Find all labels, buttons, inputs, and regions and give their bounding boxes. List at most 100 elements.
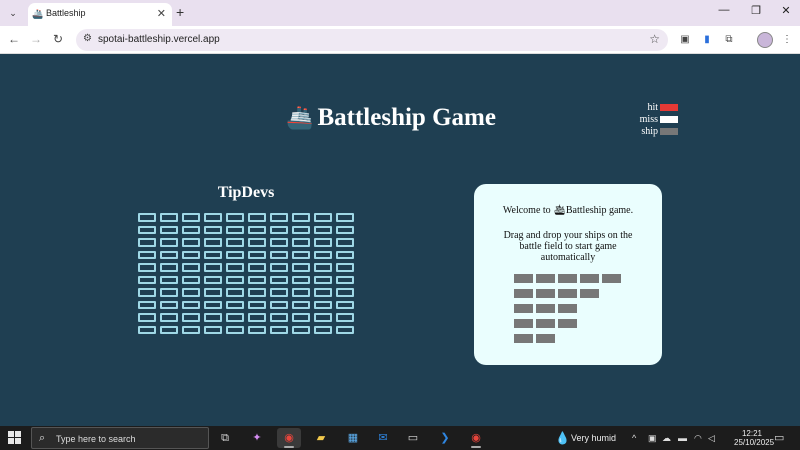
forward-button[interactable]: → — [28, 32, 44, 46]
grid-cell[interactable] — [248, 325, 266, 334]
grid-cell[interactable] — [138, 213, 156, 222]
grid-cell[interactable] — [138, 263, 156, 272]
grid-cell[interactable] — [336, 263, 354, 272]
grid-cell[interactable] — [138, 325, 156, 334]
reload-button[interactable]: ↻ — [50, 32, 66, 46]
profile-avatar[interactable] — [757, 32, 773, 48]
wifi-icon[interactable]: ◠ — [694, 433, 702, 444]
grid-cell[interactable] — [336, 250, 354, 259]
clock[interactable]: 12:21 25/10/2025 — [734, 429, 774, 447]
grid-cell[interactable] — [226, 225, 244, 234]
grid-cell[interactable] — [204, 238, 222, 247]
grid-cell[interactable] — [138, 275, 156, 284]
grid-cell[interactable] — [160, 263, 178, 272]
grid-cell[interactable] — [336, 275, 354, 284]
grid-cell[interactable] — [314, 238, 332, 247]
bookmark-star-icon[interactable]: ☆ — [649, 32, 660, 46]
tray-chevron-icon[interactable]: ^ — [632, 433, 636, 443]
volume-icon[interactable]: ◁ — [708, 433, 715, 444]
grid-cell[interactable] — [292, 313, 310, 322]
grid-cell[interactable] — [226, 288, 244, 297]
grid-cell[interactable] — [226, 213, 244, 222]
grid-cell[interactable] — [138, 238, 156, 247]
grid-cell[interactable] — [182, 263, 200, 272]
draggable-ship[interactable] — [514, 334, 621, 343]
grid-cell[interactable] — [160, 275, 178, 284]
chrome-icon[interactable]: ◉ — [277, 428, 301, 448]
more-menu-icon[interactable]: ⋮ — [780, 33, 794, 47]
grid-cell[interactable] — [182, 250, 200, 259]
grid-cell[interactable] — [226, 313, 244, 322]
new-tab-button[interactable]: + — [176, 4, 184, 20]
grid-cell[interactable] — [138, 225, 156, 234]
restore-button[interactable]: ❐ — [746, 4, 766, 17]
grid-cell[interactable] — [292, 275, 310, 284]
tray-app-icon[interactable]: ▣ — [648, 433, 657, 444]
battery-icon[interactable]: ▬ — [678, 433, 687, 443]
grid-cell[interactable] — [204, 263, 222, 272]
grid-cell[interactable] — [292, 238, 310, 247]
task-view-icon[interactable]: ⧉ — [213, 428, 237, 448]
grid-cell[interactable] — [292, 263, 310, 272]
grid-cell[interactable] — [248, 313, 266, 322]
grid-cell[interactable] — [248, 288, 266, 297]
grid-cell[interactable] — [182, 275, 200, 284]
grid-cell[interactable] — [204, 225, 222, 234]
chrome-alt-icon[interactable]: ◉ — [464, 428, 488, 448]
copilot-icon[interactable]: ✦ — [245, 428, 269, 448]
battle-grid[interactable] — [138, 213, 356, 334]
grid-cell[interactable] — [138, 250, 156, 259]
grid-cell[interactable] — [314, 288, 332, 297]
grid-cell[interactable] — [270, 288, 288, 297]
grid-cell[interactable] — [226, 238, 244, 247]
grid-cell[interactable] — [182, 238, 200, 247]
grid-cell[interactable] — [248, 238, 266, 247]
grid-cell[interactable] — [314, 263, 332, 272]
grid-cell[interactable] — [292, 288, 310, 297]
grid-cell[interactable] — [248, 300, 266, 309]
grid-cell[interactable] — [270, 300, 288, 309]
grid-cell[interactable] — [248, 275, 266, 284]
grid-cell[interactable] — [336, 313, 354, 322]
grid-cell[interactable] — [182, 225, 200, 234]
url-text[interactable]: spotai-battleship.vercel.app — [98, 34, 220, 45]
grid-cell[interactable] — [204, 275, 222, 284]
grid-cell[interactable] — [270, 263, 288, 272]
notifications-icon[interactable]: ▭ — [774, 431, 784, 444]
grid-cell[interactable] — [314, 250, 332, 259]
grid-cell[interactable] — [160, 238, 178, 247]
grid-cell[interactable] — [160, 213, 178, 222]
minimize-button[interactable]: — — [714, 4, 734, 16]
grid-cell[interactable] — [138, 313, 156, 322]
grid-cell[interactable] — [292, 300, 310, 309]
grid-cell[interactable] — [336, 225, 354, 234]
grid-cell[interactable] — [160, 288, 178, 297]
grid-cell[interactable] — [182, 288, 200, 297]
grid-cell[interactable] — [160, 313, 178, 322]
grid-cell[interactable] — [160, 250, 178, 259]
grid-cell[interactable] — [248, 250, 266, 259]
grid-cell[interactable] — [248, 225, 266, 234]
outlook-icon[interactable]: ✉ — [371, 428, 395, 448]
grid-cell[interactable] — [138, 300, 156, 309]
draggable-ship[interactable] — [514, 319, 621, 328]
grid-cell[interactable] — [204, 300, 222, 309]
grid-cell[interactable] — [204, 288, 222, 297]
grid-cell[interactable] — [204, 325, 222, 334]
grid-cell[interactable] — [270, 313, 288, 322]
draggable-ship[interactable] — [514, 289, 621, 298]
grid-cell[interactable] — [336, 300, 354, 309]
grid-cell[interactable] — [270, 213, 288, 222]
grid-cell[interactable] — [182, 300, 200, 309]
grid-cell[interactable] — [292, 250, 310, 259]
grid-cell[interactable] — [226, 325, 244, 334]
grid-cell[interactable] — [336, 213, 354, 222]
grid-cell[interactable] — [336, 238, 354, 247]
terminal-icon[interactable]: ▭ — [401, 428, 425, 448]
extension-blue-icon[interactable]: ▮ — [700, 33, 714, 47]
grid-cell[interactable] — [248, 213, 266, 222]
grid-cell[interactable] — [314, 300, 332, 309]
grid-cell[interactable] — [204, 250, 222, 259]
tab-battleship[interactable]: 🚢 Battleship ✕ — [28, 3, 172, 26]
grid-cell[interactable] — [182, 313, 200, 322]
